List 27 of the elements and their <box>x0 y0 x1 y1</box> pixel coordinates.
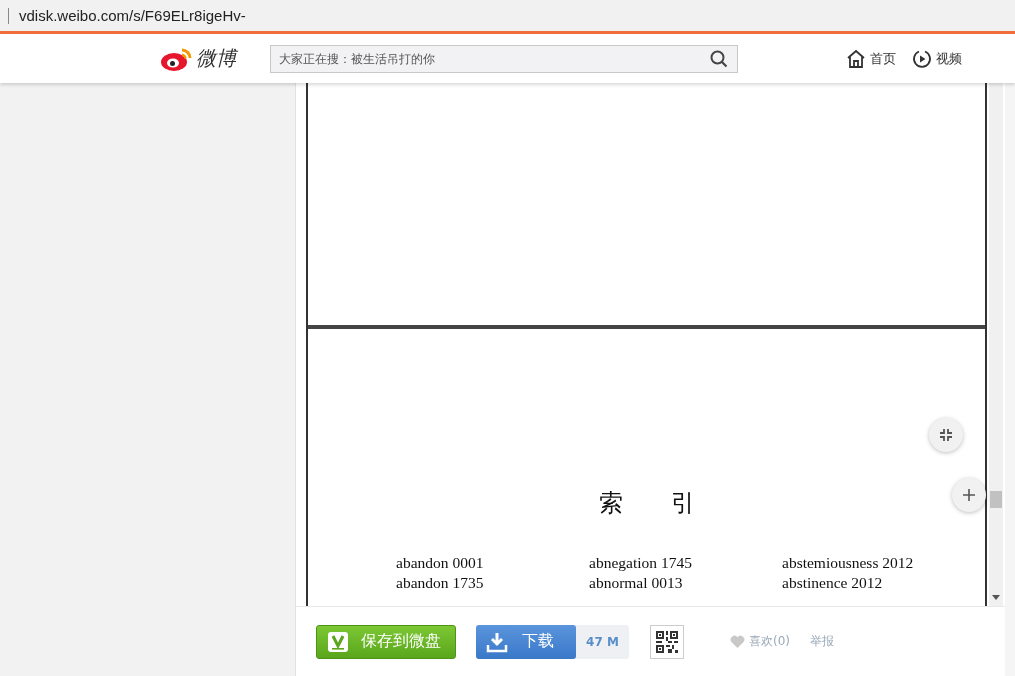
index-entry: abstemiousness 2012 <box>782 553 915 573</box>
plus-icon <box>963 489 975 501</box>
home-icon[interactable] <box>846 48 866 69</box>
search-field[interactable]: 大家正在搜：被生活吊打的你 <box>270 44 738 73</box>
index-entry: abstinence 2012 <box>782 573 884 593</box>
index-entry: abandon 0001 <box>396 553 485 573</box>
nav-link[interactable]: 首页 <box>870 49 896 68</box>
url-text: vdisk.weibo.com/s/F69ELr8igeHv- <box>19 7 246 24</box>
download-icon <box>486 630 508 653</box>
search-icon[interactable] <box>710 49 728 68</box>
v-icon <box>327 630 349 653</box>
index-title: 索 引 <box>598 489 695 517</box>
qr-code-button[interactable] <box>650 624 684 659</box>
logo-text[interactable]: 微博 <box>196 45 236 72</box>
play-icon[interactable] <box>912 48 932 69</box>
address-bar[interactable]: vdisk.weibo.com/s/F69ELr8igeHv- <box>0 0 1015 31</box>
qr-code-icon <box>656 630 678 653</box>
file-size: 47 M <box>585 633 620 651</box>
index-entry: abnegation 1745 <box>589 553 693 573</box>
collapse-icon <box>940 429 952 441</box>
index-entry: abnormal 0013 <box>589 573 684 593</box>
download-button[interactable]: 下载 <box>476 624 576 659</box>
scrollbar-thumb[interactable] <box>990 491 1002 508</box>
heart-icon <box>730 635 745 648</box>
nav-link[interactable]: 视频 <box>936 49 962 68</box>
scroll-down-icon[interactable] <box>992 595 1000 600</box>
index-entry: abandon 1735 <box>396 573 485 593</box>
